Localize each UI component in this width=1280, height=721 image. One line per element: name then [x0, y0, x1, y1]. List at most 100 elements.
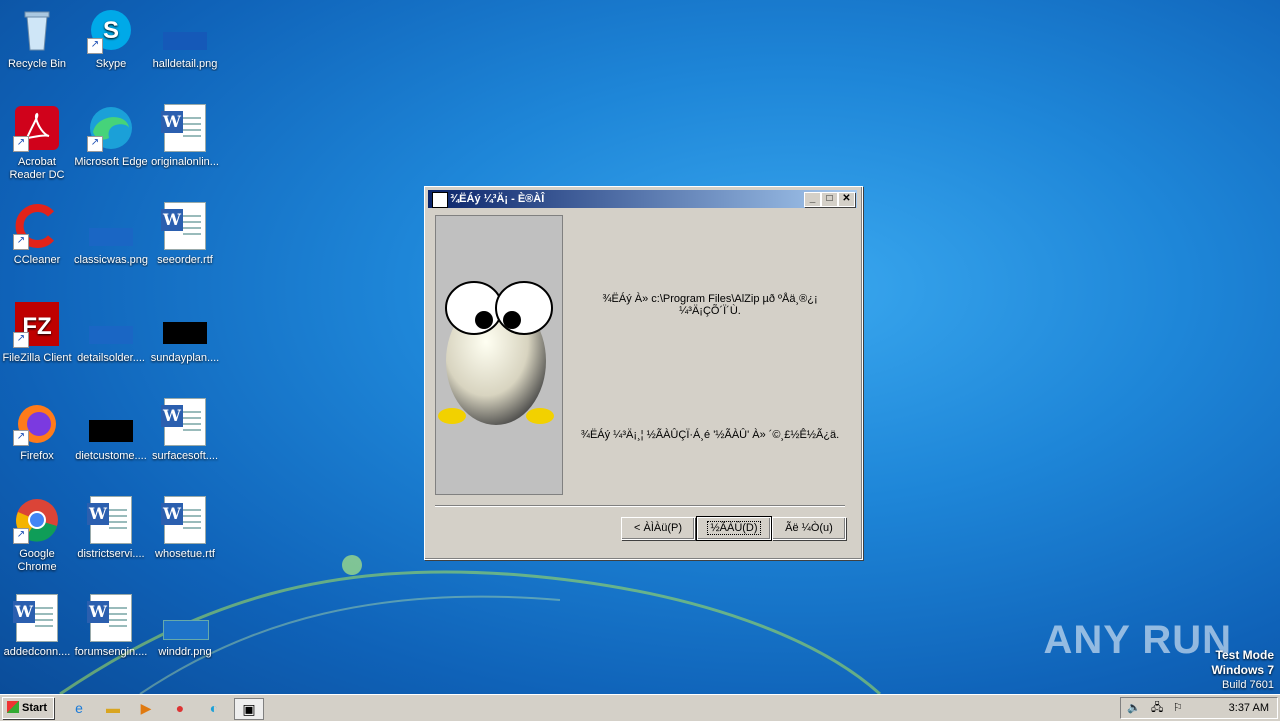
edge-shortcut[interactable]: ↗ Microsoft Edge: [74, 104, 148, 169]
cancel-button[interactable]: Ãë ¼Ò(u): [772, 517, 846, 540]
explorer-folder-icon[interactable]: ▬: [102, 698, 124, 718]
acrobat-shortcut[interactable]: ↗ Acrobat Reader DC: [0, 104, 74, 182]
ccleaner-shortcut[interactable]: ↗ CCleaner: [0, 202, 74, 267]
message-line: ¼³Ä¡ÇÕ´Ï´Ù.: [679, 305, 741, 317]
shortcut-arrow-icon: ↗: [13, 136, 29, 152]
desktop-icon-label: sundayplan....: [150, 352, 220, 364]
desktop-icon-label: districtservi....: [77, 548, 145, 560]
build-line: Build 7601: [1222, 679, 1274, 691]
skype-shortcut[interactable]: S ↗ Skype: [74, 6, 148, 71]
media-player-icon[interactable]: ▶: [135, 698, 157, 718]
classicwas-file[interactable]: classicwas.png: [74, 202, 148, 267]
maximize-button[interactable]: □: [821, 192, 838, 207]
anyrun-watermark: ANY RUN: [1043, 618, 1232, 662]
dietcustome-file[interactable]: dietcustome....: [74, 398, 148, 463]
word-document-icon: W: [87, 496, 135, 544]
acrobat-icon: ↗: [13, 104, 61, 152]
windows-version-line: Windows 7: [1211, 663, 1274, 677]
back-button[interactable]: < ÀÌÀü(P): [621, 517, 695, 540]
word-document-icon: W: [87, 594, 135, 642]
desktop-icon-label: surfacesoft....: [151, 450, 219, 462]
chrome-shortcut[interactable]: ↗ Google Chrome: [0, 496, 74, 574]
taskbar: Start e ▬ ▶ ● ◐ ▣ 🔈 🖧 ⚐ 3:37 AM: [0, 694, 1280, 721]
clock[interactable]: 3:37 AM: [1229, 698, 1269, 718]
desktop-icon-label: originalonlin...: [151, 156, 219, 168]
surfacesoft-file[interactable]: W surfacesoft....: [148, 398, 222, 463]
winddr-file[interactable]: winddr.png: [148, 594, 222, 659]
close-button[interactable]: ✕: [838, 192, 855, 207]
app-icon: [432, 192, 448, 208]
setup-taskbar-button[interactable]: ▣: [234, 698, 264, 720]
mascot-panel: [435, 215, 563, 495]
desktop-icon-label: winddr.png: [158, 646, 212, 658]
start-label: Start: [22, 702, 48, 714]
filezilla-icon: FZ ↗: [13, 300, 61, 348]
black-thumbnail-icon: [161, 300, 209, 348]
shortcut-arrow-icon: ↗: [13, 430, 29, 446]
edge-taskbar-icon[interactable]: ◐: [203, 698, 225, 718]
halldetail-file[interactable]: halldetail.png: [148, 6, 222, 71]
recycle-bin-glyph: [13, 6, 61, 54]
dialog-separator: [435, 505, 845, 507]
filezilla-shortcut[interactable]: FZ ↗ FileZilla Client: [0, 300, 74, 365]
desktop-icon-label: Acrobat Reader DC: [9, 156, 65, 181]
network-icon[interactable]: 🖧: [1151, 698, 1163, 718]
test-mode-notice: Test Mode Windows 7 Build 7601: [1211, 648, 1274, 692]
action-center-flag-icon[interactable]: ⚐: [1173, 698, 1183, 718]
start-instruction-message: ¾ËÁý ¼³Ä¡¸¦ ½ÃÀÛÇÏ·Á¸é '½ÃÀÛ' À» ´©¸£½Ê½…: [580, 429, 840, 441]
desktop-icon-label: whosetue.rtf: [155, 548, 215, 560]
svg-text:S: S: [103, 17, 119, 44]
desktop-icon-label: Microsoft Edge: [74, 156, 148, 168]
desktop-icon-label: detailsolder....: [77, 352, 145, 364]
ccleaner-icon: ↗: [13, 202, 61, 250]
sundayplan-file[interactable]: sundayplan....: [148, 300, 222, 365]
start-button[interactable]: Start: [2, 697, 54, 719]
egg-mascot-icon: [438, 281, 554, 425]
shortcut-arrow-icon: ↗: [87, 38, 103, 54]
desktop-icon-label: Skype: [95, 58, 127, 70]
desktop-icon-label: dietcustome....: [75, 450, 147, 462]
shortcut-arrow-icon: ↗: [13, 234, 29, 250]
desktop-icon-label: addedconn....: [3, 646, 71, 658]
test-mode-line: Test Mode: [1215, 648, 1274, 662]
desktop-icon-label: Google Chrome: [17, 548, 57, 573]
whosetue-file[interactable]: W whosetue.rtf: [148, 496, 222, 561]
detailsolder-file[interactable]: detailsolder....: [74, 300, 148, 365]
minimize-button[interactable]: _: [804, 192, 821, 207]
desktop-icon-label: forumsengin....: [74, 646, 148, 658]
png-thumbnail-icon: [87, 300, 135, 348]
desktop-icon-label: seeorder.rtf: [157, 254, 213, 266]
start-button[interactable]: ½ÃÀÛ(D): [696, 516, 772, 541]
install-path-message: ¾ËÁý À» c:\Program Files\AlZip µð ºÅä¸®¿…: [575, 293, 845, 317]
firefox-shortcut[interactable]: ↗ Firefox: [0, 398, 74, 463]
png-thumbnail-icon: [161, 6, 209, 54]
png-thumbnail-icon: [87, 202, 135, 250]
volume-icon[interactable]: 🔈: [1127, 698, 1141, 718]
desktop-icon-label: CCleaner: [13, 254, 61, 266]
districtservi-file[interactable]: W districtservi....: [74, 496, 148, 561]
chrome-taskbar-icon[interactable]: ●: [169, 698, 191, 718]
dialog-titlebar[interactable]: ¾ËÁý ¼³Ä¡ - È®ÀÎ _ □ ✕: [428, 190, 857, 208]
seeorder-file[interactable]: W seeorder.rtf: [148, 202, 222, 267]
addedconn-file[interactable]: W addedconn....: [0, 594, 74, 659]
ie-icon[interactable]: e: [68, 698, 90, 718]
word-document-icon: W: [161, 398, 209, 446]
png-thumbnail-icon: [161, 594, 209, 642]
originalonlin-file[interactable]: W originalonlin...: [148, 104, 222, 169]
black-thumbnail-icon: [87, 398, 135, 446]
word-document-icon: W: [161, 496, 209, 544]
word-document-icon: W: [161, 202, 209, 250]
setup-dialog: ¾ËÁý ¼³Ä¡ - È®ÀÎ _ □ ✕ ¾ËÁý À» c:\Progra…: [424, 186, 863, 560]
word-document-icon: W: [161, 104, 209, 152]
dialog-title: ¾ËÁý ¼³Ä¡ - È®ÀÎ: [450, 193, 545, 205]
message-line: ¾ËÁý À» c:\Program Files\AlZip µð ºÅä¸®¿…: [602, 293, 818, 305]
desktop-icon-label: Recycle Bin: [7, 58, 67, 70]
firefox-icon: ↗: [13, 398, 61, 446]
forumsengin-file[interactable]: W forumsengin....: [74, 594, 148, 659]
windows-flag-icon: [7, 701, 19, 713]
desktop-icon-label: halldetail.png: [152, 58, 218, 70]
shortcut-arrow-icon: ↗: [13, 332, 29, 348]
shortcut-arrow-icon: ↗: [87, 136, 103, 152]
desktop-icon-label: FileZilla Client: [2, 352, 72, 364]
recycle-bin-icon[interactable]: Recycle Bin: [0, 6, 74, 71]
